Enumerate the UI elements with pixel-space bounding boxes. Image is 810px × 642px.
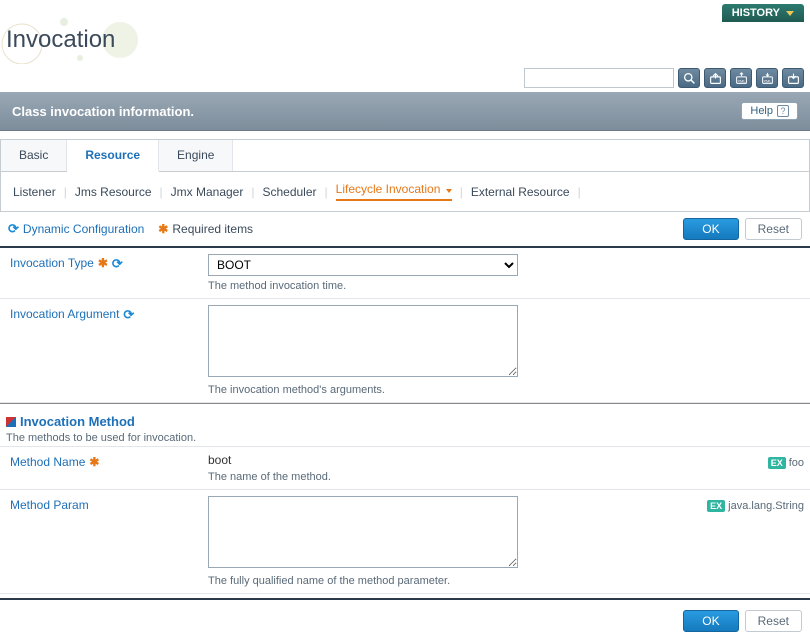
history-button[interactable]: HISTORY: [722, 4, 804, 22]
subnav-scheduler[interactable]: Scheduler: [262, 185, 316, 199]
legend-required: ✱ Required items: [158, 222, 253, 236]
caret-down-icon: [446, 189, 452, 193]
history-label: HISTORY: [732, 7, 780, 19]
subnav-external-resource[interactable]: External Resource: [471, 185, 570, 199]
required-icon: ✱: [98, 256, 108, 270]
xml-export-icon-button-1[interactable]: XML: [730, 68, 752, 88]
hint-method-param: The fully qualified name of the method p…: [208, 575, 682, 587]
label-method-param: Method Param: [0, 490, 200, 593]
subnav-listener[interactable]: Listener: [13, 185, 56, 199]
search-input[interactable]: [524, 68, 674, 88]
example-method-param: EX java.lang.String: [707, 500, 804, 512]
flag-icon: [6, 417, 16, 427]
hint-invocation-type: The method invocation time.: [208, 280, 682, 292]
subnav-lifecycle-invocation[interactable]: Lifecycle Invocation: [336, 182, 452, 196]
help-icon: ?: [777, 105, 789, 117]
search-button[interactable]: [678, 68, 700, 88]
hint-method-name: The name of the method.: [208, 471, 682, 483]
export-icon-button-1[interactable]: [704, 68, 726, 88]
svg-text:XML: XML: [763, 78, 772, 83]
chevron-down-icon: [786, 11, 794, 16]
subnav-jms-resource[interactable]: Jms Resource: [75, 185, 152, 199]
method-param-textarea[interactable]: [208, 496, 518, 568]
dynamic-icon: ⟳: [8, 221, 19, 237]
method-name-value: boot: [208, 453, 682, 467]
example-badge-icon: EX: [707, 500, 725, 512]
required-icon: ✱: [158, 222, 168, 236]
legend-dynamic: ⟳ Dynamic Configuration: [8, 221, 144, 237]
invocation-argument-textarea[interactable]: [208, 305, 518, 377]
label-invocation-argument: Invocation Argument ⟳: [0, 299, 200, 402]
required-icon: ✱: [89, 455, 99, 469]
tab-basic[interactable]: Basic: [1, 140, 67, 171]
import-icon-button[interactable]: [782, 68, 804, 88]
help-button[interactable]: Help ?: [741, 102, 798, 120]
label-invocation-type: Invocation Type ✱ ⟳: [0, 248, 200, 298]
subsection-title: Invocation Method: [6, 414, 804, 429]
hint-invocation-argument: The invocation method's arguments.: [208, 384, 682, 396]
ok-button-top[interactable]: OK: [683, 218, 738, 240]
reset-button-top[interactable]: Reset: [745, 218, 802, 240]
example-badge-icon: EX: [768, 457, 786, 469]
dynamic-icon: ⟳: [112, 256, 123, 272]
dynamic-icon: ⟳: [123, 307, 134, 323]
tab-engine[interactable]: Engine: [159, 140, 233, 171]
subnav-jmx-manager[interactable]: Jmx Manager: [171, 185, 244, 199]
label-method-name: Method Name ✱: [0, 447, 200, 489]
help-label: Help: [750, 105, 773, 117]
svg-text:XML: XML: [737, 78, 746, 83]
xml-export-icon-button-2[interactable]: XML: [756, 68, 778, 88]
section-header-title: Class invocation information.: [12, 104, 194, 119]
tab-resource[interactable]: Resource: [67, 140, 159, 172]
page-title: Invocation: [0, 26, 810, 54]
example-method-name: EX foo: [768, 457, 804, 469]
subsection-desc: The methods to be used for invocation.: [6, 432, 804, 444]
invocation-type-select[interactable]: BOOT: [208, 254, 518, 276]
